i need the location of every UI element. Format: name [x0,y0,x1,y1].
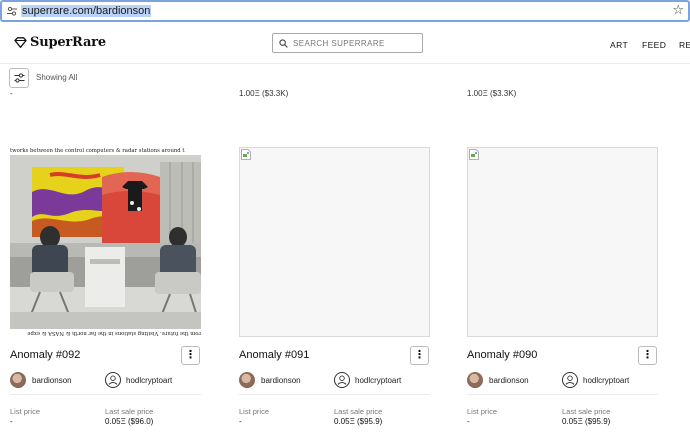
broken-image-icon [241,149,251,160]
site-header: SuperRare SEARCH SUPERRARE ART FEED REL [0,22,690,64]
card-divider [467,394,658,395]
last-sale-value: 0.05Ξ ($95.9) [562,417,611,426]
search-input[interactable]: SEARCH SUPERRARE [272,33,423,53]
search-icon [279,38,288,48]
diamond-logo-icon [14,37,27,48]
last-sale-label: Last sale price [105,407,154,416]
card-divider [10,394,201,395]
list-price-value: - [467,417,470,426]
artist-avatar[interactable] [10,372,26,388]
search-placeholder: SEARCH SUPERRARE [293,38,385,48]
artwork-caption-top: tworks between the control computers & r… [10,147,201,155]
artwork-people: bardionson hodlcryptoart [239,371,430,389]
last-sale-label: Last sale price [334,407,383,416]
list-price-label: List price [239,407,270,416]
artist-name[interactable]: bardionson [261,376,301,385]
artwork-caption-bottom: rom the future. Visiting stations in the… [10,329,201,337]
more-vertical-icon: ⋮ [642,349,653,361]
artwork-card[interactable]: Anomaly #090 ⋮ bardionson hodlcryptoart … [467,147,658,426]
user-icon[interactable] [562,372,578,388]
url-text[interactable]: superrare.com/bardionson [21,4,152,18]
bookmark-star-icon[interactable]: ☆ [672,2,684,18]
owner-name[interactable]: hodlcryptoart [583,376,629,385]
artwork-image[interactable] [467,147,658,337]
nav-releases[interactable]: REL [679,40,690,50]
nav-art[interactable]: ART [610,40,628,50]
artist-avatar[interactable] [467,372,483,388]
sliders-icon [14,73,24,83]
more-vertical-icon: ⋮ [185,349,196,361]
address-bar[interactable]: superrare.com/bardionson ☆ [0,0,690,22]
list-price-value: - [239,417,242,426]
artwork-title[interactable]: Anomaly #092 [10,349,80,361]
artwork-image[interactable] [239,147,430,337]
showing-all-label: Showing All [36,73,78,82]
filter-button[interactable] [9,68,29,88]
last-sale-value: 0.05Ξ ($96.0) [105,417,154,426]
list-price-label: List price [467,407,498,416]
logo-wordmark: SuperRare [30,35,106,50]
owner-name[interactable]: hodlcryptoart [126,376,172,385]
last-sale-label: Last sale price [562,407,611,416]
more-options-button[interactable]: ⋮ [638,346,657,365]
artwork-people: bardionson hodlcryptoart [10,371,201,389]
nav-feed[interactable]: FEED [642,40,666,50]
list-price-value: - [10,417,13,426]
more-options-button[interactable]: ⋮ [410,346,429,365]
user-icon[interactable] [105,372,121,388]
site-settings-icon[interactable] [6,5,18,17]
artwork-people: bardionson hodlcryptoart [467,371,658,389]
prev-row-price: 1.00Ξ ($3.3K) [239,89,289,98]
user-icon[interactable] [334,372,350,388]
artist-name[interactable]: bardionson [489,376,529,385]
control-room-artwork [10,147,201,337]
prev-row-price: 1.00Ξ ($3.3K) [467,89,517,98]
artwork-card[interactable]: Anomaly #091 ⋮ bardionson hodlcryptoart … [239,147,430,426]
more-options-button[interactable]: ⋮ [181,346,200,365]
more-vertical-icon: ⋮ [414,349,425,361]
last-sale-value: 0.05Ξ ($95.9) [334,417,383,426]
artwork-image[interactable]: tworks between the control computers & r… [10,147,201,337]
artwork-card[interactable]: tworks between the control computers & r… [10,147,201,426]
owner-name[interactable]: hodlcryptoart [355,376,401,385]
artist-name[interactable]: bardionson [32,376,72,385]
prev-row-price: - [10,89,13,98]
list-price-label: List price [10,407,41,416]
superrare-logo[interactable]: SuperRare [14,35,106,50]
card-divider [239,394,430,395]
broken-image-icon [469,149,479,160]
url-selected[interactable]: superrare.com/bardionson [21,5,152,17]
artwork-title[interactable]: Anomaly #091 [239,349,309,361]
artist-avatar[interactable] [239,372,255,388]
artwork-title[interactable]: Anomaly #090 [467,349,537,361]
